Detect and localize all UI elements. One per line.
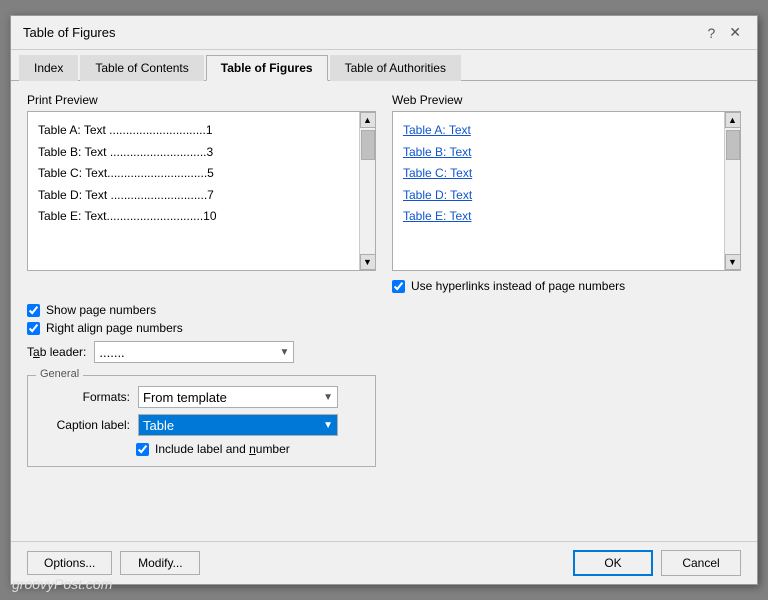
print-preview-section: Print Preview Table A: Text ............… (27, 93, 376, 293)
web-preview-box: Table A: Text Table B: Text Table C: Tex… (392, 111, 741, 271)
print-line-4: Table D: Text ..........................… (38, 185, 349, 207)
print-options: Show page numbers Right align page numbe… (27, 303, 376, 335)
formats-row: Formats: From template ▼ (40, 386, 363, 408)
formats-value: From template (143, 390, 227, 405)
bottom-area: Options... Modify... OK Cancel (11, 541, 757, 584)
previews-row: Print Preview Table A: Text ............… (27, 93, 741, 293)
bottom-left-buttons: Options... Modify... (27, 551, 200, 575)
print-preview-content: Table A: Text ..........................… (28, 112, 359, 270)
scroll-thumb[interactable] (361, 130, 375, 160)
formats-dropdown-arrow: ▼ (323, 392, 333, 403)
use-hyperlinks-label: Use hyperlinks instead of page numbers (411, 279, 625, 293)
web-preview-content: Table A: Text Table B: Text Table C: Tex… (393, 112, 724, 270)
show-page-numbers-label: Show page numbers (46, 303, 156, 317)
print-line-2: Table B: Text ..........................… (38, 142, 349, 164)
show-page-numbers-row: Show page numbers (27, 303, 376, 317)
print-line-5: Table E: Text...........................… (38, 206, 349, 228)
use-hyperlinks-checkbox[interactable] (392, 280, 405, 293)
ok-button[interactable]: OK (573, 550, 653, 576)
right-options: Use hyperlinks instead of page numbers (392, 279, 741, 293)
web-line-1[interactable]: Table A: Text (403, 120, 714, 142)
caption-value: Table (143, 418, 174, 433)
title-bar: Table of Figures ? ✕ (11, 16, 757, 50)
scroll-up-arrow[interactable]: ▲ (360, 112, 376, 128)
include-label-row: Include label and number (136, 442, 363, 456)
web-scroll-up-arrow[interactable]: ▲ (725, 112, 741, 128)
tabs-row: Index Table of Contents Table of Figures… (11, 50, 757, 81)
tab-table-of-authorities[interactable]: Table of Authorities (330, 55, 461, 81)
cancel-button[interactable]: Cancel (661, 550, 741, 576)
dialog: Table of Figures ? ✕ Index Table of Cont… (10, 15, 758, 585)
include-label-checkbox[interactable] (136, 443, 149, 456)
dialog-title: Table of Figures (23, 25, 116, 40)
general-section: General Formats: From template ▼ Caption… (27, 375, 376, 467)
title-controls: ? ✕ (703, 24, 745, 41)
web-line-3[interactable]: Table C: Text (403, 163, 714, 185)
right-align-row: Right align page numbers (27, 321, 376, 335)
formats-dropdown[interactable]: From template ▼ (138, 386, 338, 408)
tab-index[interactable]: Index (19, 55, 78, 81)
caption-label: Caption label: (40, 418, 130, 432)
right-align-checkbox[interactable] (27, 322, 40, 335)
options-button[interactable]: Options... (27, 551, 112, 575)
left-lower: Show page numbers Right align page numbe… (27, 303, 376, 467)
help-button[interactable]: ? (703, 25, 719, 41)
web-line-4[interactable]: Table D: Text (403, 185, 714, 207)
web-preview-label: Web Preview (392, 93, 741, 107)
bottom-right-buttons: OK Cancel (573, 550, 741, 576)
tab-leader-dropdown-arrow: ▼ (279, 347, 289, 358)
use-hyperlinks-row: Use hyperlinks instead of page numbers (392, 279, 741, 293)
print-preview-scrollbar[interactable]: ▲ ▼ (359, 112, 375, 270)
formats-label: Formats: (40, 390, 130, 404)
print-preview-box: Table A: Text ..........................… (27, 111, 376, 271)
web-line-2[interactable]: Table B: Text (403, 142, 714, 164)
tab-table-of-figures[interactable]: Table of Figures (206, 55, 328, 81)
web-scroll-thumb[interactable] (726, 130, 740, 160)
close-button[interactable]: ✕ (725, 24, 745, 41)
web-scroll-down-arrow[interactable]: ▼ (725, 254, 741, 270)
print-line-1: Table A: Text ..........................… (38, 120, 349, 142)
scroll-down-arrow[interactable]: ▼ (360, 254, 376, 270)
tab-leader-row: Tab leader: ....... ▼ (27, 341, 376, 363)
watermark: groovyPost.com (12, 576, 112, 592)
web-line-5[interactable]: Table E: Text (403, 206, 714, 228)
right-align-label: Right align page numbers (46, 321, 183, 335)
tab-leader-value: ....... (99, 345, 124, 360)
caption-dropdown[interactable]: Table ▼ (138, 414, 338, 436)
right-lower (392, 303, 741, 467)
tab-leader-label: Tab leader: (27, 345, 86, 359)
print-line-3: Table C: Text...........................… (38, 163, 349, 185)
dialog-body: Print Preview Table A: Text ............… (11, 81, 757, 541)
include-label-text: Include label and number (155, 442, 290, 456)
general-section-title: General (36, 368, 83, 380)
lower-area: Show page numbers Right align page numbe… (27, 303, 741, 467)
web-preview-scrollbar[interactable]: ▲ ▼ (724, 112, 740, 270)
tab-table-of-contents[interactable]: Table of Contents (80, 55, 203, 81)
caption-row: Caption label: Table ▼ (40, 414, 363, 436)
modify-button[interactable]: Modify... (120, 551, 200, 575)
tab-leader-dropdown[interactable]: ....... ▼ (94, 341, 294, 363)
print-preview-label: Print Preview (27, 93, 376, 107)
web-preview-section: Web Preview Table A: Text Table B: Text … (392, 93, 741, 293)
caption-dropdown-arrow: ▼ (323, 420, 333, 431)
show-page-numbers-checkbox[interactable] (27, 304, 40, 317)
